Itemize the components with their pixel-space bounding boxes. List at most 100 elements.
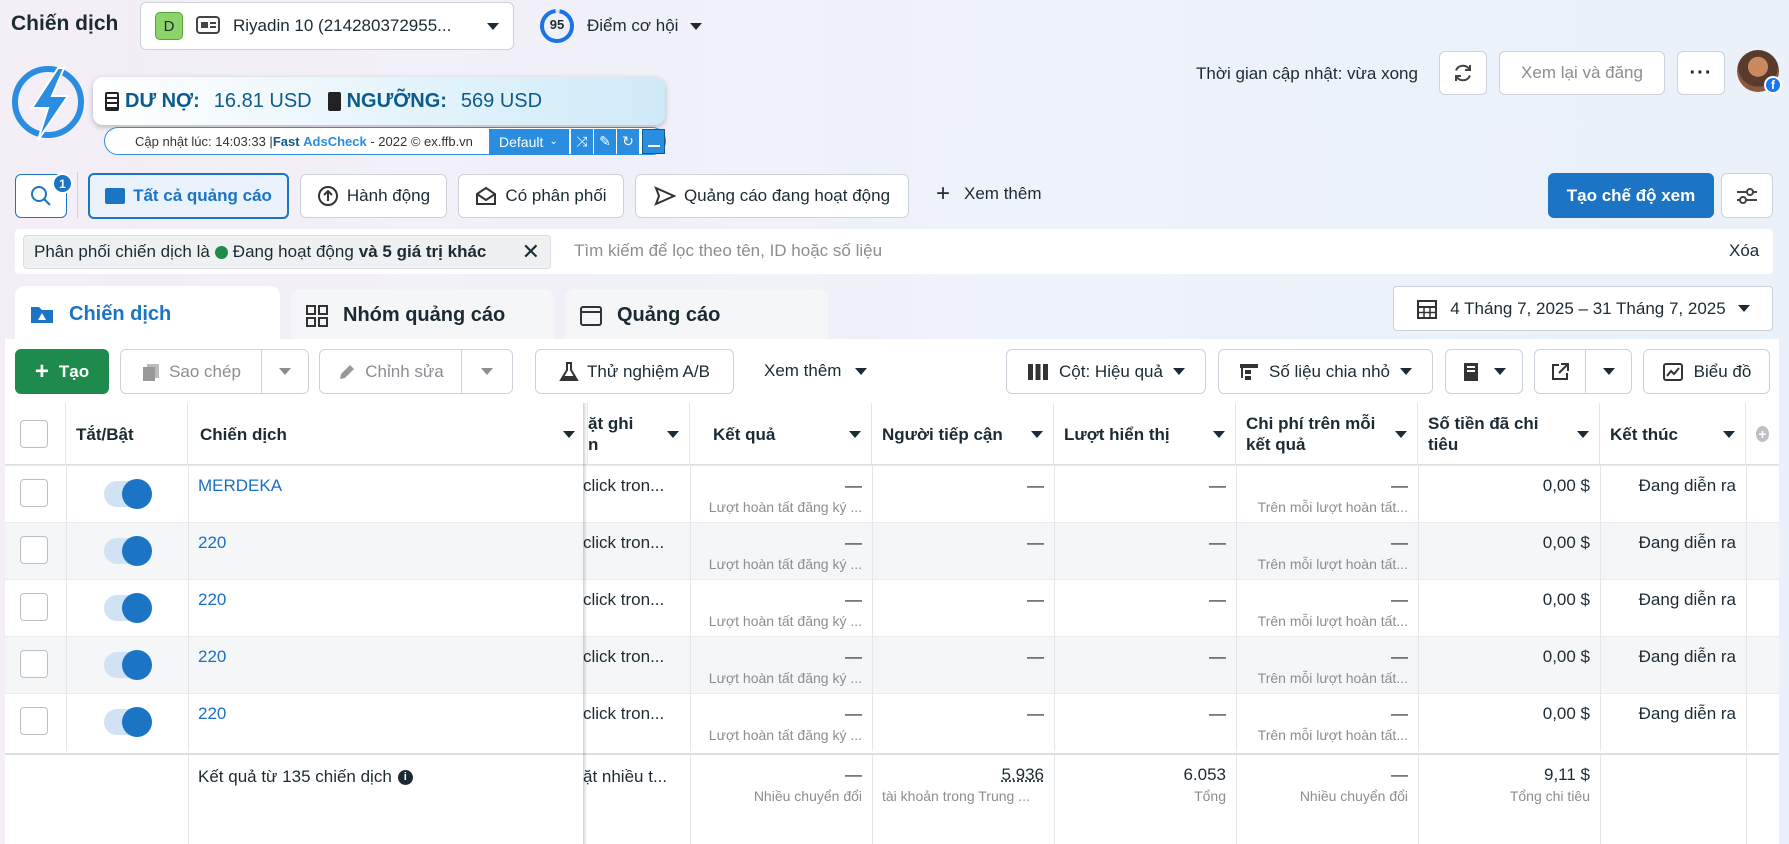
export-dropdown[interactable] bbox=[1585, 349, 1632, 394]
col-spent[interactable]: Số tiền đã chi tiêu bbox=[1418, 403, 1600, 465]
more-options-button[interactable]: ··· bbox=[1677, 51, 1725, 95]
chevron-down-icon: ⌄ bbox=[549, 136, 558, 147]
calendar-icon bbox=[1416, 298, 1438, 320]
filter-search-input[interactable]: Tìm kiếm để lọc theo tên, ID hoặc số liệ… bbox=[574, 241, 882, 261]
reports-button[interactable] bbox=[1445, 349, 1523, 394]
add-column-button[interactable]: + bbox=[1746, 403, 1779, 465]
see-more-filters[interactable]: + Xem thêm bbox=[936, 182, 1042, 206]
campaign-name-link[interactable]: 220 bbox=[198, 533, 226, 553]
view-settings-button[interactable] bbox=[1721, 173, 1773, 218]
clear-filters-button[interactable]: Xóa bbox=[1729, 241, 1759, 261]
results-value: — bbox=[845, 590, 862, 609]
tab-ads[interactable]: Quảng cáo bbox=[565, 289, 828, 342]
table-row[interactable]: 220 click tron... — Lượt hoàn tất đăng ký .… bbox=[5, 579, 1779, 637]
export-button[interactable] bbox=[1534, 349, 1586, 394]
summary-reach-value[interactable]: 5.936 bbox=[1001, 765, 1044, 785]
shuffle-button[interactable]: ⤨ bbox=[571, 129, 593, 154]
account-selector[interactable]: D Riyadin 10 (214280372955... bbox=[140, 2, 514, 50]
tab-ad-sets[interactable]: Nhóm quảng cáo bbox=[291, 289, 554, 342]
sort-icon bbox=[1031, 431, 1043, 438]
create-view-button[interactable]: Tạo chế độ xem bbox=[1548, 173, 1714, 218]
opportunity-score[interactable]: 95 Điểm cơ hội bbox=[539, 8, 703, 44]
col-spent-line1: Số tiền đã chi bbox=[1428, 414, 1539, 433]
filter-active-ads[interactable]: Quảng cáo đang hoạt động bbox=[635, 174, 909, 218]
campaign-name-link[interactable]: 220 bbox=[198, 704, 226, 724]
chevron-down-icon bbox=[279, 368, 291, 375]
cpr-value: — bbox=[1391, 476, 1408, 495]
cpr-cell: — Trên mỗi lượt hoàn tất... bbox=[1236, 523, 1418, 581]
campaign-toggle[interactable] bbox=[104, 479, 152, 509]
results-value: — bbox=[845, 476, 862, 495]
col-toggle[interactable]: Tắt/Bật bbox=[66, 403, 188, 465]
col-campaign[interactable]: Chiến dịch bbox=[188, 403, 588, 465]
edit-button[interactable]: Chỉnh sửa bbox=[319, 349, 462, 394]
col-impressions[interactable]: Lượt hiển thị bbox=[1054, 403, 1236, 465]
spent-value: 0,00 $ bbox=[1542, 647, 1590, 666]
info-icon[interactable]: i bbox=[397, 769, 413, 785]
review-publish-button[interactable]: Xem lại và đăng bbox=[1499, 51, 1665, 95]
row-checkbox[interactable] bbox=[20, 536, 48, 564]
refresh-icon bbox=[1452, 62, 1474, 84]
impressions-cell: — bbox=[1054, 466, 1236, 524]
campaign-toggle[interactable] bbox=[104, 593, 152, 623]
breakdown-button[interactable]: Số liệu chia nhỏ bbox=[1218, 349, 1433, 394]
summary-impressions: 6.053 Tổng bbox=[1054, 755, 1236, 825]
filter-delivered[interactable]: Có phân phối bbox=[458, 174, 624, 218]
results-cell: — Lượt hoàn tất đăng ký ... bbox=[690, 694, 872, 752]
campaign-name-link[interactable]: MERDEKA bbox=[198, 476, 282, 496]
table-row[interactable]: 220 click tron... — Lượt hoàn tất đăng ký .… bbox=[5, 522, 1779, 580]
campaign-name-link[interactable]: 220 bbox=[198, 647, 226, 667]
select-all-checkbox[interactable] bbox=[20, 420, 48, 448]
filter-actions[interactable]: Hành động bbox=[300, 174, 447, 218]
refresh-button[interactable] bbox=[1439, 51, 1487, 95]
avatar[interactable]: f bbox=[1737, 50, 1782, 94]
campaign-toggle[interactable] bbox=[104, 707, 152, 737]
tab-campaigns[interactable]: Chiến dịch bbox=[15, 286, 280, 342]
close-icon[interactable]: ✕ bbox=[522, 241, 540, 263]
duplicate-button[interactable]: Sao chép bbox=[120, 349, 262, 394]
mode-select[interactable]: Default ⌄ bbox=[489, 129, 569, 154]
toolbar-see-more-label: Xem thêm bbox=[764, 361, 842, 380]
columns-button[interactable]: Cột: Hiệu quả bbox=[1006, 349, 1206, 394]
create-button[interactable]: + Tạo bbox=[15, 349, 109, 394]
edit-button[interactable]: ✎ bbox=[594, 129, 616, 154]
campaign-toggle[interactable] bbox=[104, 650, 152, 680]
col-impressions-label: Lượt hiển thị bbox=[1064, 424, 1170, 444]
minimize-button[interactable] bbox=[642, 129, 665, 154]
document-icon bbox=[105, 91, 119, 111]
date-range-picker[interactable]: 4 Tháng 7, 2025 – 31 Tháng 7, 2025 bbox=[1393, 286, 1773, 331]
duplicate-label: Sao chép bbox=[169, 361, 241, 381]
table-header: Tắt/Bật Chiến dịch ặt ghi n Kết quả Người… bbox=[5, 403, 1779, 465]
summary-spent: 9,11 $ Tổng chi tiêu bbox=[1418, 755, 1600, 825]
export-icon bbox=[1550, 362, 1570, 382]
row-checkbox[interactable] bbox=[20, 650, 48, 678]
toolbar-see-more[interactable]: Xem thêm bbox=[764, 361, 868, 381]
col-results[interactable]: Kết quả bbox=[690, 403, 872, 465]
score-ring: 95 bbox=[539, 8, 575, 44]
col-reach[interactable]: Người tiếp cận bbox=[872, 403, 1054, 465]
duplicate-dropdown[interactable] bbox=[261, 349, 309, 394]
sync-button[interactable]: ↻ bbox=[617, 129, 639, 154]
chart-button[interactable]: Biểu đồ bbox=[1643, 349, 1770, 394]
edit-dropdown[interactable] bbox=[461, 349, 513, 394]
cpr-value: — bbox=[1391, 704, 1408, 723]
summary-label-text: Kết quả từ 135 chiến dịch bbox=[198, 767, 392, 786]
col-cpr[interactable]: Chi phí trên mỗi kết quả bbox=[1236, 403, 1418, 465]
impressions-value: — bbox=[1209, 704, 1226, 723]
ab-test-button[interactable]: Thử nghiệm A/B bbox=[535, 349, 734, 394]
row-checkbox[interactable] bbox=[20, 707, 48, 735]
table-row[interactable]: 220 click tron... — Lượt hoàn tất đăng ký .… bbox=[5, 693, 1779, 751]
cpr-sub: Trên mỗi lượt hoàn tất... bbox=[1257, 556, 1408, 572]
filter-all-ads[interactable]: Tất cả quảng cáo bbox=[88, 173, 289, 219]
row-checkbox[interactable] bbox=[20, 593, 48, 621]
campaign-name-link[interactable]: 220 bbox=[198, 590, 226, 610]
col-bid[interactable]: ặt ghi n bbox=[583, 403, 690, 465]
col-ends[interactable]: Kết thúc bbox=[1600, 403, 1746, 465]
columns-icon bbox=[1027, 363, 1049, 381]
campaign-toggle[interactable] bbox=[104, 536, 152, 566]
reach-value: — bbox=[1027, 647, 1044, 666]
table-row[interactable]: 220 click tron... — Lượt hoàn tất đăng ký .… bbox=[5, 636, 1779, 694]
filter-chip[interactable]: Phân phối chiến dịch là Đang hoạt động v… bbox=[23, 235, 551, 269]
row-checkbox[interactable] bbox=[20, 479, 48, 507]
table-row[interactable]: MERDEKA click tron... — Lượt hoàn tất đăng … bbox=[5, 465, 1779, 523]
